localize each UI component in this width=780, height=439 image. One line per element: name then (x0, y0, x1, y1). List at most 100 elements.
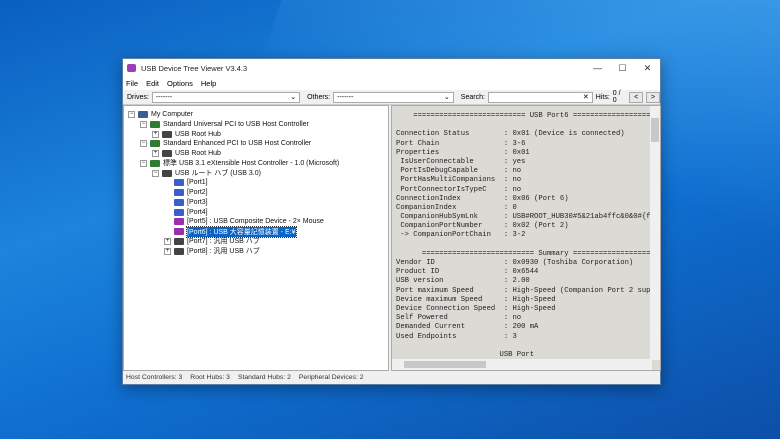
tree-item-label: [Port3] (187, 198, 208, 206)
hub-icon (174, 247, 184, 255)
detail-line: PortHasMultiCompanions : no (396, 176, 522, 185)
prev-hit-button[interactable]: < (629, 91, 644, 103)
chevron-down-icon: ⌄ (290, 94, 297, 101)
detail-line: ========================== Summary =====… (396, 249, 651, 258)
drives-label: Drives: (127, 93, 149, 101)
tree-item-label: [Port1] (187, 179, 208, 187)
tree-item[interactable]: + [Port7] : 汎用 USB ハブ (164, 237, 260, 246)
detail-line: PortConnectorIsTypeC : no (396, 185, 522, 194)
tree-item[interactable]: − Standard Enhanced PCI to USB Host Contr… (140, 139, 311, 148)
detail-line: CompanionIndex : 0 (396, 203, 517, 212)
tree-item[interactable]: [Port1] (164, 178, 208, 187)
scrollbar-thumb[interactable] (404, 361, 486, 368)
details-text: ========================== USB Port6 ===… (396, 112, 655, 360)
tree-item-label: [Port2] (187, 189, 208, 196)
hits-value: 0 / 0 (612, 90, 621, 104)
tree-item[interactable]: − 標準 USB 3.1 eXtensible Host Controller -… (140, 159, 339, 168)
hub-icon (162, 169, 172, 177)
expand-icon[interactable]: + (164, 247, 171, 255)
tree-item-label: My Computer (151, 111, 194, 118)
device-tree[interactable]: − My Computer − Standard Universal PCI to U… (123, 105, 389, 371)
detail-line: -> CompanionPortChain : 3-2 (396, 231, 526, 240)
next-hit-button[interactable]: > (646, 91, 660, 103)
tree-item[interactable]: + USB Root Hub (152, 130, 221, 139)
chevron-down-icon: ⌄ (443, 94, 450, 101)
tree-item[interactable]: − USB ルート ハブ (USB 3.0) (152, 169, 261, 178)
tree-item-label: [Port5] : USB Composite Device - 2× Mous… (187, 218, 324, 226)
status-standard-hubs: Standard Hubs: 2 (237, 373, 291, 381)
detail-line: Used Endpoints : 3 (396, 332, 517, 341)
maximize-button[interactable]: ☐ (610, 63, 635, 74)
menu-edit[interactable]: Edit (146, 79, 159, 88)
details-pane[interactable]: ========================== USB Port6 ===… (391, 105, 661, 371)
status-host-controllers: Host Controllers: 3 (126, 373, 183, 381)
detail-line: ========================== USB Port6 ===… (396, 112, 651, 120)
tree-item[interactable]: [Port2] (164, 188, 208, 197)
tree-item[interactable]: [Port6] : USB 大容量記憶装置 - E:¥ (164, 225, 297, 238)
expand-icon[interactable]: + (152, 150, 159, 157)
detail-line: PortIsDebugCapable : no (396, 167, 522, 176)
hub-icon (162, 150, 172, 157)
search-label: Search: (460, 93, 485, 101)
tree-item-label: Standard Enhanced PCI to USB Host Contro… (163, 140, 312, 148)
tree-item[interactable]: [Port5] : USB Composite Device - 2× Mous… (164, 217, 324, 226)
drives-select[interactable]: ------- ⌄ (151, 91, 301, 103)
port-icon (174, 208, 184, 216)
port-icon (174, 179, 184, 187)
collapse-icon[interactable]: − (140, 120, 147, 128)
clear-search-icon[interactable]: ✕ (583, 93, 589, 101)
device-icon (174, 228, 184, 235)
tree-item[interactable]: + USB Root Hub (152, 149, 221, 158)
scrollbar-thumb[interactable] (651, 118, 659, 142)
title-bar: USB Device Tree Viewer V3.4.3 — ☐ ✕ (123, 59, 660, 77)
detail-line: Demanded Current : 200 mA (396, 323, 539, 332)
tree-item-label: Standard Universal PCI to USB Host Contr… (163, 120, 309, 128)
port-icon (174, 198, 184, 206)
drives-value: ------- (155, 93, 173, 101)
tree-item-label: [Port7] : 汎用 USB ハブ (187, 238, 260, 246)
detail-line: IsUserConnectable : yes (396, 157, 526, 166)
detail-line: CompanionHubSymLnk : USB#ROOT_HUB30#5&21… (396, 213, 655, 222)
device-icon (174, 218, 184, 226)
detail-line: Vendor ID : 0x0930 (Toshiba Corporation) (396, 259, 634, 267)
tree-item[interactable]: [Port4] (164, 208, 208, 217)
detail-line: Port maximum Speed : High-Speed (Compani… (396, 286, 655, 295)
detail-line: Port Chain : 3-6 (396, 139, 526, 148)
search-input[interactable]: ✕ (487, 91, 593, 103)
port-icon (174, 189, 184, 196)
collapse-icon[interactable]: − (140, 140, 147, 148)
status-peripheral-devices: Peripheral Devices: 2 (298, 373, 364, 381)
collapse-icon[interactable]: − (128, 111, 135, 118)
tree-item[interactable]: + [Port8] : 汎用 USB ハブ (164, 247, 260, 256)
detail-line: Properties : 0x01 (396, 148, 530, 157)
detail-line: USB version : 2.00 (396, 277, 530, 286)
controller-icon (150, 159, 160, 167)
app-window: USB Device Tree Viewer V3.4.3 — ☐ ✕ File… (122, 58, 661, 385)
hits-label: Hits: (595, 93, 610, 101)
others-value: ------- (337, 93, 354, 101)
detail-line: CompanionPortNumber : 0x02 (Port 2) (396, 222, 569, 231)
collapse-icon[interactable]: − (152, 169, 159, 177)
menu-help[interactable]: Help (201, 79, 216, 88)
horizontal-scrollbar[interactable] (392, 359, 652, 370)
toolbar: Drives: ------- ⌄ Others: ------- ⌄ Search… (123, 90, 660, 105)
others-select[interactable]: ------- ⌄ (333, 91, 454, 103)
menu-options[interactable]: Options (167, 79, 193, 88)
tree-item[interactable]: − Standard Universal PCI to USB Host Cont… (140, 120, 309, 129)
vertical-scrollbar[interactable] (650, 106, 660, 360)
expand-icon[interactable]: + (152, 130, 159, 138)
tree-item-label: 標準 USB 3.1 eXtensible Host Controller - … (163, 160, 340, 168)
expand-icon[interactable]: + (164, 237, 171, 245)
tree-item[interactable]: − My Computer (128, 110, 193, 119)
detail-line: Device maximum Speed : High-Speed (396, 295, 556, 304)
status-bar: Host Controllers: 3 Root Hubs: 3 Standar… (123, 370, 660, 384)
controller-icon (150, 140, 160, 148)
tree-item-label: [Port6] : USB 大容量記憶装置 - E:¥ (186, 225, 297, 238)
menu-file[interactable]: File (126, 79, 138, 88)
minimize-button[interactable]: — (585, 63, 610, 74)
detail-line (396, 241, 655, 250)
controller-icon (150, 120, 160, 128)
tree-item[interactable]: [Port3] (164, 198, 208, 207)
close-button[interactable]: ✕ (635, 63, 660, 74)
collapse-icon[interactable]: − (140, 159, 147, 167)
